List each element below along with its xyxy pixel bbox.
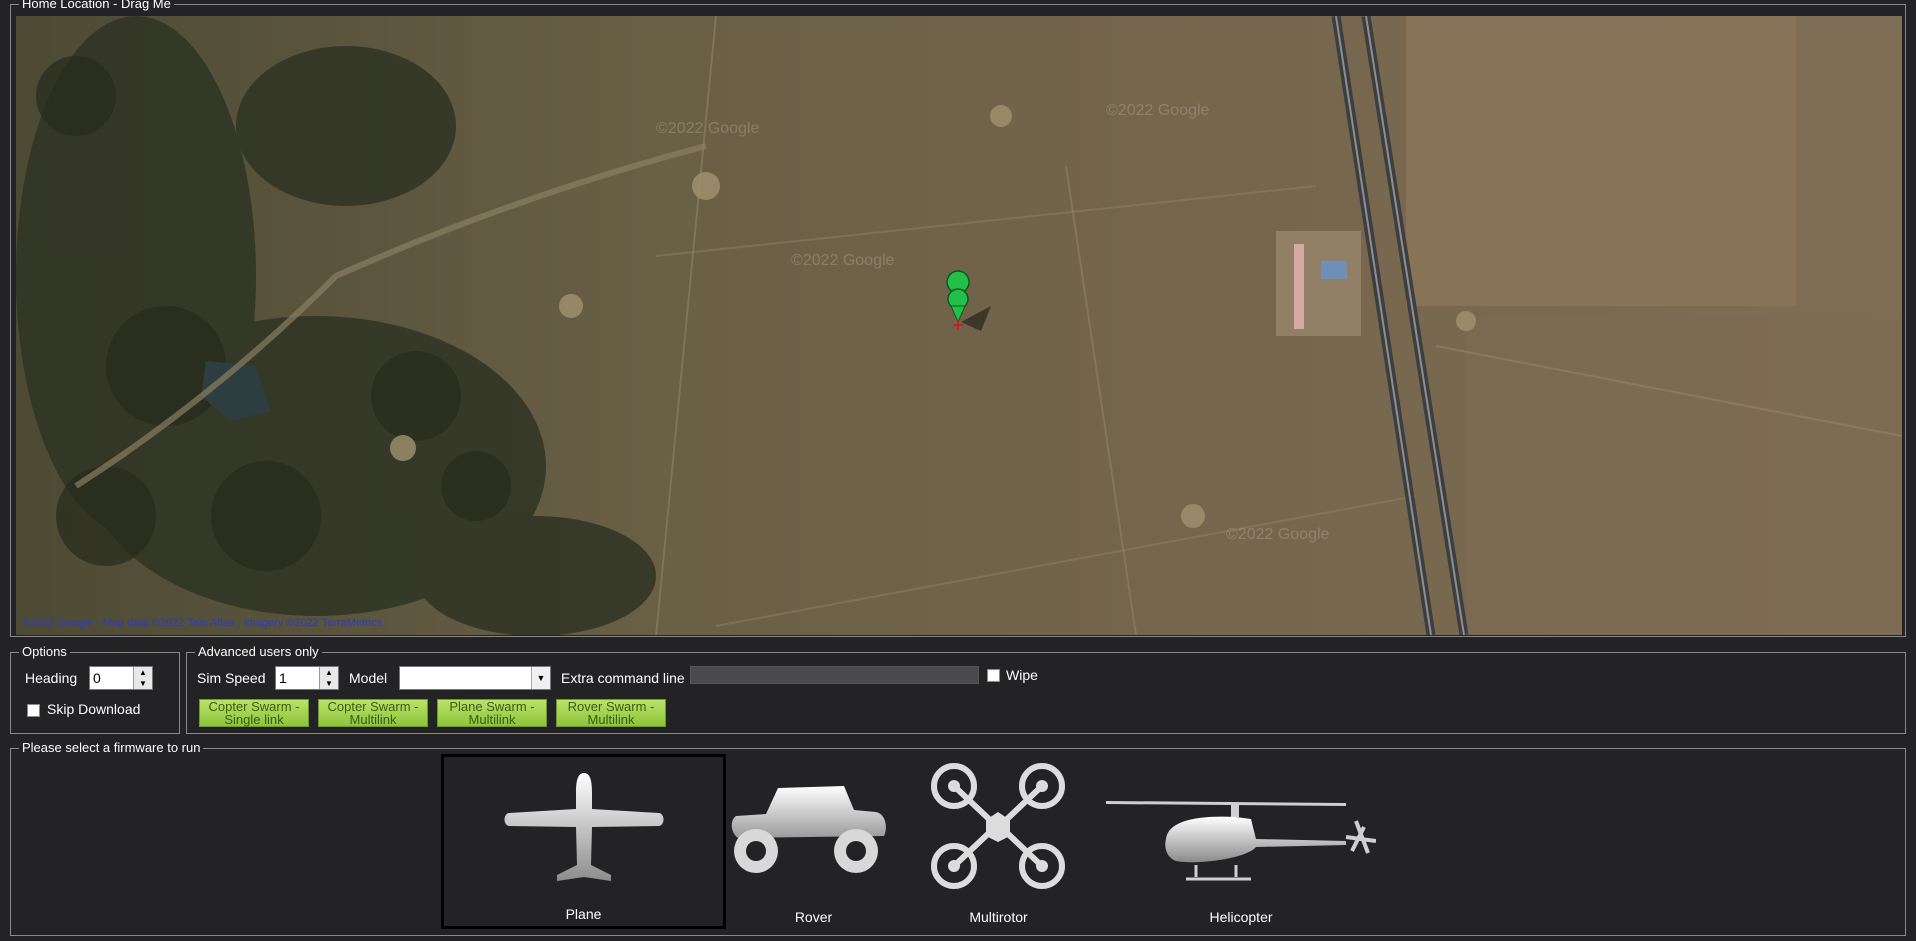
heading-label: Heading: [25, 670, 78, 686]
wipe-checkbox[interactable]: [987, 669, 1000, 682]
heading-value: 0: [93, 670, 101, 686]
copter-swarm-single-link-button[interactable]: Copter Swarm - Single link: [199, 699, 309, 727]
firmware-multirotor-label: Multirotor: [969, 909, 1028, 925]
options-group: Options Heading 0 ▲ ▼ Skip Download: [10, 644, 180, 734]
button-label: Single link: [224, 712, 284, 727]
sim-speed-value: 1: [279, 670, 287, 686]
firmware-helicopter-label: Helicopter: [1209, 909, 1273, 925]
advanced-title: Advanced users only: [195, 644, 322, 660]
rover-icon: [731, 786, 886, 873]
spin-up-icon[interactable]: ▲: [320, 667, 338, 678]
extra-command-line-input[interactable]: [690, 666, 979, 684]
model-select[interactable]: ▼: [399, 666, 551, 690]
rover-swarm-multilink-button[interactable]: Rover Swarm - Multilink: [556, 699, 666, 727]
options-title: Options: [19, 644, 70, 660]
plane-icon: [504, 773, 664, 881]
firmware-rover-label: Rover: [794, 909, 833, 925]
map-watermark: ©2022 Google: [791, 252, 895, 269]
button-label: Multilink: [468, 712, 516, 727]
helicopter-icon: [1106, 801, 1376, 881]
plane-swarm-multilink-button[interactable]: Plane Swarm - Multilink: [437, 699, 547, 727]
map-attribution: ©2022 Google - Map data ©2022 Tele Atlas…: [22, 617, 383, 629]
home-location-group: Home Location - Drag Me ©2022 Google ©20…: [10, 0, 1906, 637]
chevron-down-icon[interactable]: ▼: [531, 667, 550, 689]
sim-speed-spinner[interactable]: 1 ▲ ▼: [275, 666, 339, 690]
heading-spinner[interactable]: 0 ▲ ▼: [89, 666, 153, 690]
spin-down-icon[interactable]: ▼: [320, 678, 338, 689]
firmware-plane-button[interactable]: Plane: [441, 754, 726, 929]
copter-swarm-multilink-button[interactable]: Copter Swarm - Multilink: [318, 699, 428, 727]
firmware-multirotor-button[interactable]: Multirotor: [911, 754, 1086, 929]
multirotor-icon: [931, 763, 1065, 889]
button-label: Multilink: [349, 712, 397, 727]
home-location-title: Home Location - Drag Me: [19, 0, 174, 12]
satellite-map[interactable]: ©2022 Google ©2022 Google ©2022 Google ©…: [16, 16, 1902, 635]
wipe-label: Wipe: [1006, 667, 1038, 683]
firmware-plane-label: Plane: [565, 906, 602, 922]
firmware-title: Please select a firmware to run: [19, 740, 204, 756]
map-marker-icon[interactable]: [945, 286, 971, 328]
firmware-helicopter-button[interactable]: Helicopter: [1106, 754, 1376, 929]
button-label: Multilink: [587, 712, 635, 727]
advanced-group: Advanced users only Sim Speed 1 ▲ ▼ Model…: [186, 644, 1906, 734]
map-watermark: ©2022 Google: [1226, 526, 1330, 543]
model-label: Model: [349, 670, 388, 686]
firmware-rover-button[interactable]: Rover: [726, 754, 901, 929]
spin-up-icon[interactable]: ▲: [134, 667, 152, 678]
extra-command-line-label: Extra command line: [561, 670, 685, 686]
map-watermark: ©2022 Google: [1106, 102, 1210, 119]
skip-download-checkbox[interactable]: [27, 704, 40, 717]
map-watermark: ©2022 Google: [656, 120, 760, 137]
sim-speed-label: Sim Speed: [197, 670, 266, 686]
spin-down-icon[interactable]: ▼: [134, 678, 152, 689]
skip-download-label: Skip Download: [47, 701, 141, 717]
firmware-group: Please select a firmware to run Plane Ro…: [10, 740, 1906, 936]
